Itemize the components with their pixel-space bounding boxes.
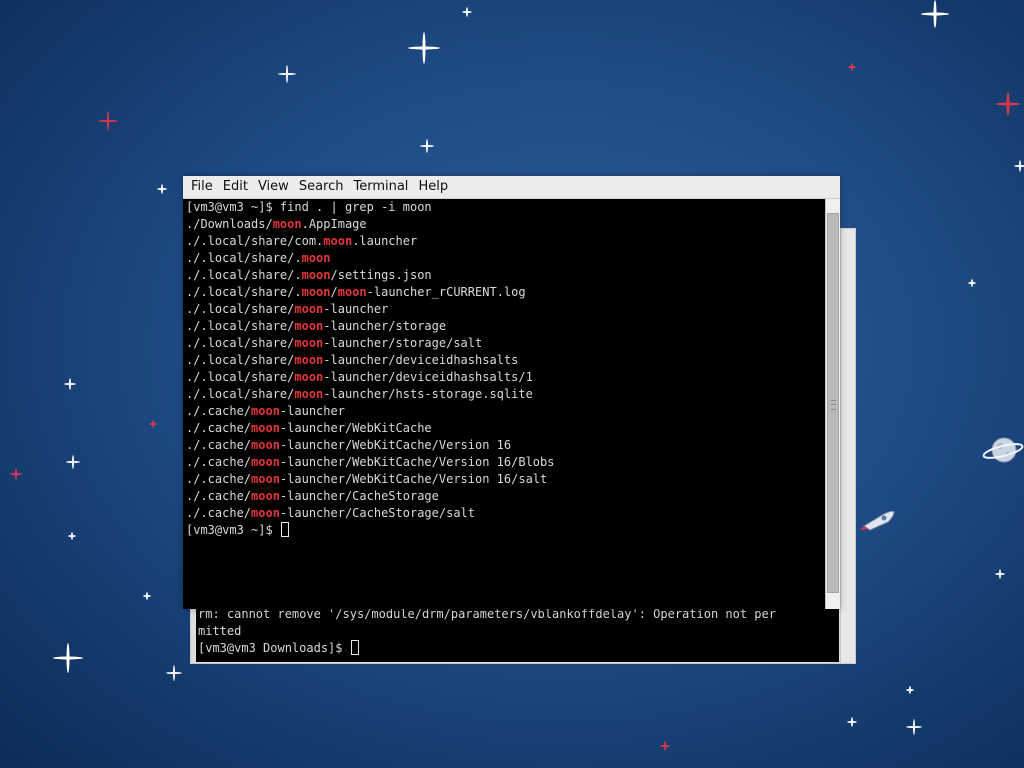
terminal-scrollbar[interactable] bbox=[825, 199, 840, 609]
path-text: -launcher/CacheStorage bbox=[279, 489, 439, 503]
path-text: ./.local/share/. bbox=[186, 268, 302, 282]
terminal-window[interactable]: File Edit View Search Terminal Help [vm3… bbox=[183, 176, 840, 609]
terminal-line: ./.local/share/.moon/moon-launcher_rCURR… bbox=[186, 284, 825, 301]
terminal-prompt: [vm3@vm3 ~]$ bbox=[186, 523, 280, 537]
path-text: ./.local/share/ bbox=[186, 387, 295, 401]
terminal-prompt-line: [vm3@vm3 Downloads]$ bbox=[198, 640, 839, 657]
match-highlight: moon bbox=[251, 455, 280, 469]
path-text: ./.cache/ bbox=[186, 438, 252, 452]
path-text: -launcher/CacheStorage/salt bbox=[279, 506, 476, 520]
terminal-line: ./.local/share/moon-launcher/deviceidhas… bbox=[186, 369, 825, 386]
terminal-prompt-line: [vm3@vm3 ~]$ bbox=[186, 522, 825, 539]
terminal-cursor bbox=[280, 522, 289, 537]
terminal-line: ./.local/share/moon-launcher/hsts-storag… bbox=[186, 386, 825, 403]
match-highlight: moon bbox=[294, 353, 324, 367]
path-text: -launcher_rCURRENT.log bbox=[366, 285, 526, 299]
match-highlight: moon bbox=[301, 251, 331, 265]
terminal-prompt: [vm3@vm3 Downloads]$ bbox=[198, 641, 350, 655]
path-text: -launcher/storage bbox=[323, 319, 447, 333]
terminal-line: ./.cache/moon-launcher/CacheStorage/salt bbox=[186, 505, 825, 522]
path-text: -launcher/WebKitCache/Version 16/salt bbox=[279, 472, 548, 486]
terminal-line: ./.cache/moon-launcher/WebKitCache/Versi… bbox=[186, 437, 825, 454]
terminal-line: ./.local/share/moon-launcher/deviceidhas… bbox=[186, 352, 825, 369]
menu-help[interactable]: Help bbox=[413, 176, 453, 198]
path-text: ./.local/share/com. bbox=[186, 234, 324, 248]
match-highlight: moon bbox=[251, 421, 280, 435]
path-text: ./.local/share/. bbox=[186, 285, 302, 299]
match-highlight: moon bbox=[301, 285, 331, 299]
terminal-line: ./.local/share/.moon bbox=[186, 250, 825, 267]
path-text: -launcher/deviceidhashsalts bbox=[323, 353, 519, 367]
path-text: -launcher/storage/salt bbox=[323, 336, 483, 350]
match-highlight: moon bbox=[323, 234, 353, 248]
rocket-icon[interactable] bbox=[860, 506, 896, 532]
path-text: ./.cache/ bbox=[186, 472, 252, 486]
back-terminal-scrollbar[interactable] bbox=[840, 229, 855, 663]
match-highlight: moon bbox=[294, 370, 324, 384]
path-text: ./.local/share/. bbox=[186, 251, 302, 265]
terminal-command: find . | grep -i moon bbox=[279, 200, 432, 214]
match-highlight: moon bbox=[251, 472, 280, 486]
match-highlight: moon bbox=[251, 438, 280, 452]
path-text: ./.local/share/ bbox=[186, 353, 295, 367]
path-text: -launcher/WebKitCache/Version 16/Blobs bbox=[279, 455, 555, 469]
path-text: ./.local/share/ bbox=[186, 370, 295, 384]
path-text: ./.cache/ bbox=[186, 421, 252, 435]
terminal-line: ./.cache/moon-launcher bbox=[186, 403, 825, 420]
match-highlight: moon bbox=[251, 506, 280, 520]
back-terminal-output[interactable]: rm: cannot remove '/sys/module/drm/param… bbox=[196, 606, 839, 662]
terminal-line: ./.local/share/moon-launcher bbox=[186, 301, 825, 318]
terminal-line: ./.cache/moon-launcher/WebKitCache/Versi… bbox=[186, 454, 825, 471]
terminal-cursor bbox=[350, 640, 359, 655]
terminal-command-line: [vm3@vm3 ~]$ find . | grep -i moon bbox=[186, 199, 825, 216]
path-text: ./.cache/ bbox=[186, 455, 252, 469]
terminal-prompt: [vm3@vm3 ~]$ bbox=[186, 200, 280, 214]
path-text: ./.local/share/ bbox=[186, 319, 295, 333]
terminal-line: ./.local/share/moon-launcher/storage bbox=[186, 318, 825, 335]
terminal-line: ./.cache/moon-launcher/WebKitCache bbox=[186, 420, 825, 437]
terminal-line: ./.cache/moon-launcher/CacheStorage bbox=[186, 488, 825, 505]
match-highlight: moon bbox=[272, 217, 302, 231]
path-text: / bbox=[330, 285, 338, 299]
menu-file[interactable]: File bbox=[186, 176, 218, 198]
menu-edit[interactable]: Edit bbox=[218, 176, 253, 198]
path-text: ./.local/share/ bbox=[186, 336, 295, 350]
terminal-line: mitted bbox=[198, 624, 242, 638]
path-text: ./.local/share/ bbox=[186, 302, 295, 316]
path-text: .AppImage bbox=[301, 217, 367, 231]
path-text: -launcher/hsts-storage.sqlite bbox=[323, 387, 533, 401]
terminal-line: ./.local/share/.moon/settings.json bbox=[186, 267, 825, 284]
menu-view[interactable]: View bbox=[253, 176, 294, 198]
path-text: ./.cache/ bbox=[186, 506, 252, 520]
path-text: -launcher bbox=[323, 302, 389, 316]
match-highlight: moon bbox=[294, 336, 324, 350]
menu-search[interactable]: Search bbox=[294, 176, 349, 198]
match-highlight: moon bbox=[337, 285, 367, 299]
path-text: /settings.json bbox=[330, 268, 432, 282]
terminal-line: ./.local/share/com.moon.launcher bbox=[186, 233, 825, 250]
path-text: ./.cache/ bbox=[186, 489, 252, 503]
match-highlight: moon bbox=[301, 268, 331, 282]
grip-icon bbox=[831, 400, 836, 410]
path-text: -launcher/deviceidhashsalts/1 bbox=[323, 370, 533, 384]
match-highlight: moon bbox=[294, 302, 324, 316]
terminal-line: ./.local/share/moon-launcher/storage/sal… bbox=[186, 335, 825, 352]
terminal-line: ./Downloads/moon.AppImage bbox=[186, 216, 825, 233]
menu-bar: File Edit View Search Terminal Help bbox=[183, 176, 840, 199]
match-highlight: moon bbox=[294, 319, 324, 333]
scrollbar-thumb[interactable] bbox=[827, 213, 839, 593]
terminal-line: ./.cache/moon-launcher/WebKitCache/Versi… bbox=[186, 471, 825, 488]
match-highlight: moon bbox=[251, 489, 280, 503]
path-text: -launcher bbox=[279, 404, 345, 418]
path-text: -launcher/WebKitCache/Version 16 bbox=[279, 438, 512, 452]
terminal-output[interactable]: [vm3@vm3 ~]$ find . | grep -i moon ./Dow… bbox=[183, 199, 825, 609]
path-text: ./Downloads/ bbox=[186, 217, 273, 231]
path-text: .launcher bbox=[352, 234, 418, 248]
match-highlight: moon bbox=[294, 387, 324, 401]
planet-icon[interactable] bbox=[982, 430, 1024, 470]
match-highlight: moon bbox=[251, 404, 280, 418]
path-text: -launcher/WebKitCache bbox=[279, 421, 432, 435]
menu-terminal[interactable]: Terminal bbox=[348, 176, 413, 198]
path-text: ./.cache/ bbox=[186, 404, 252, 418]
